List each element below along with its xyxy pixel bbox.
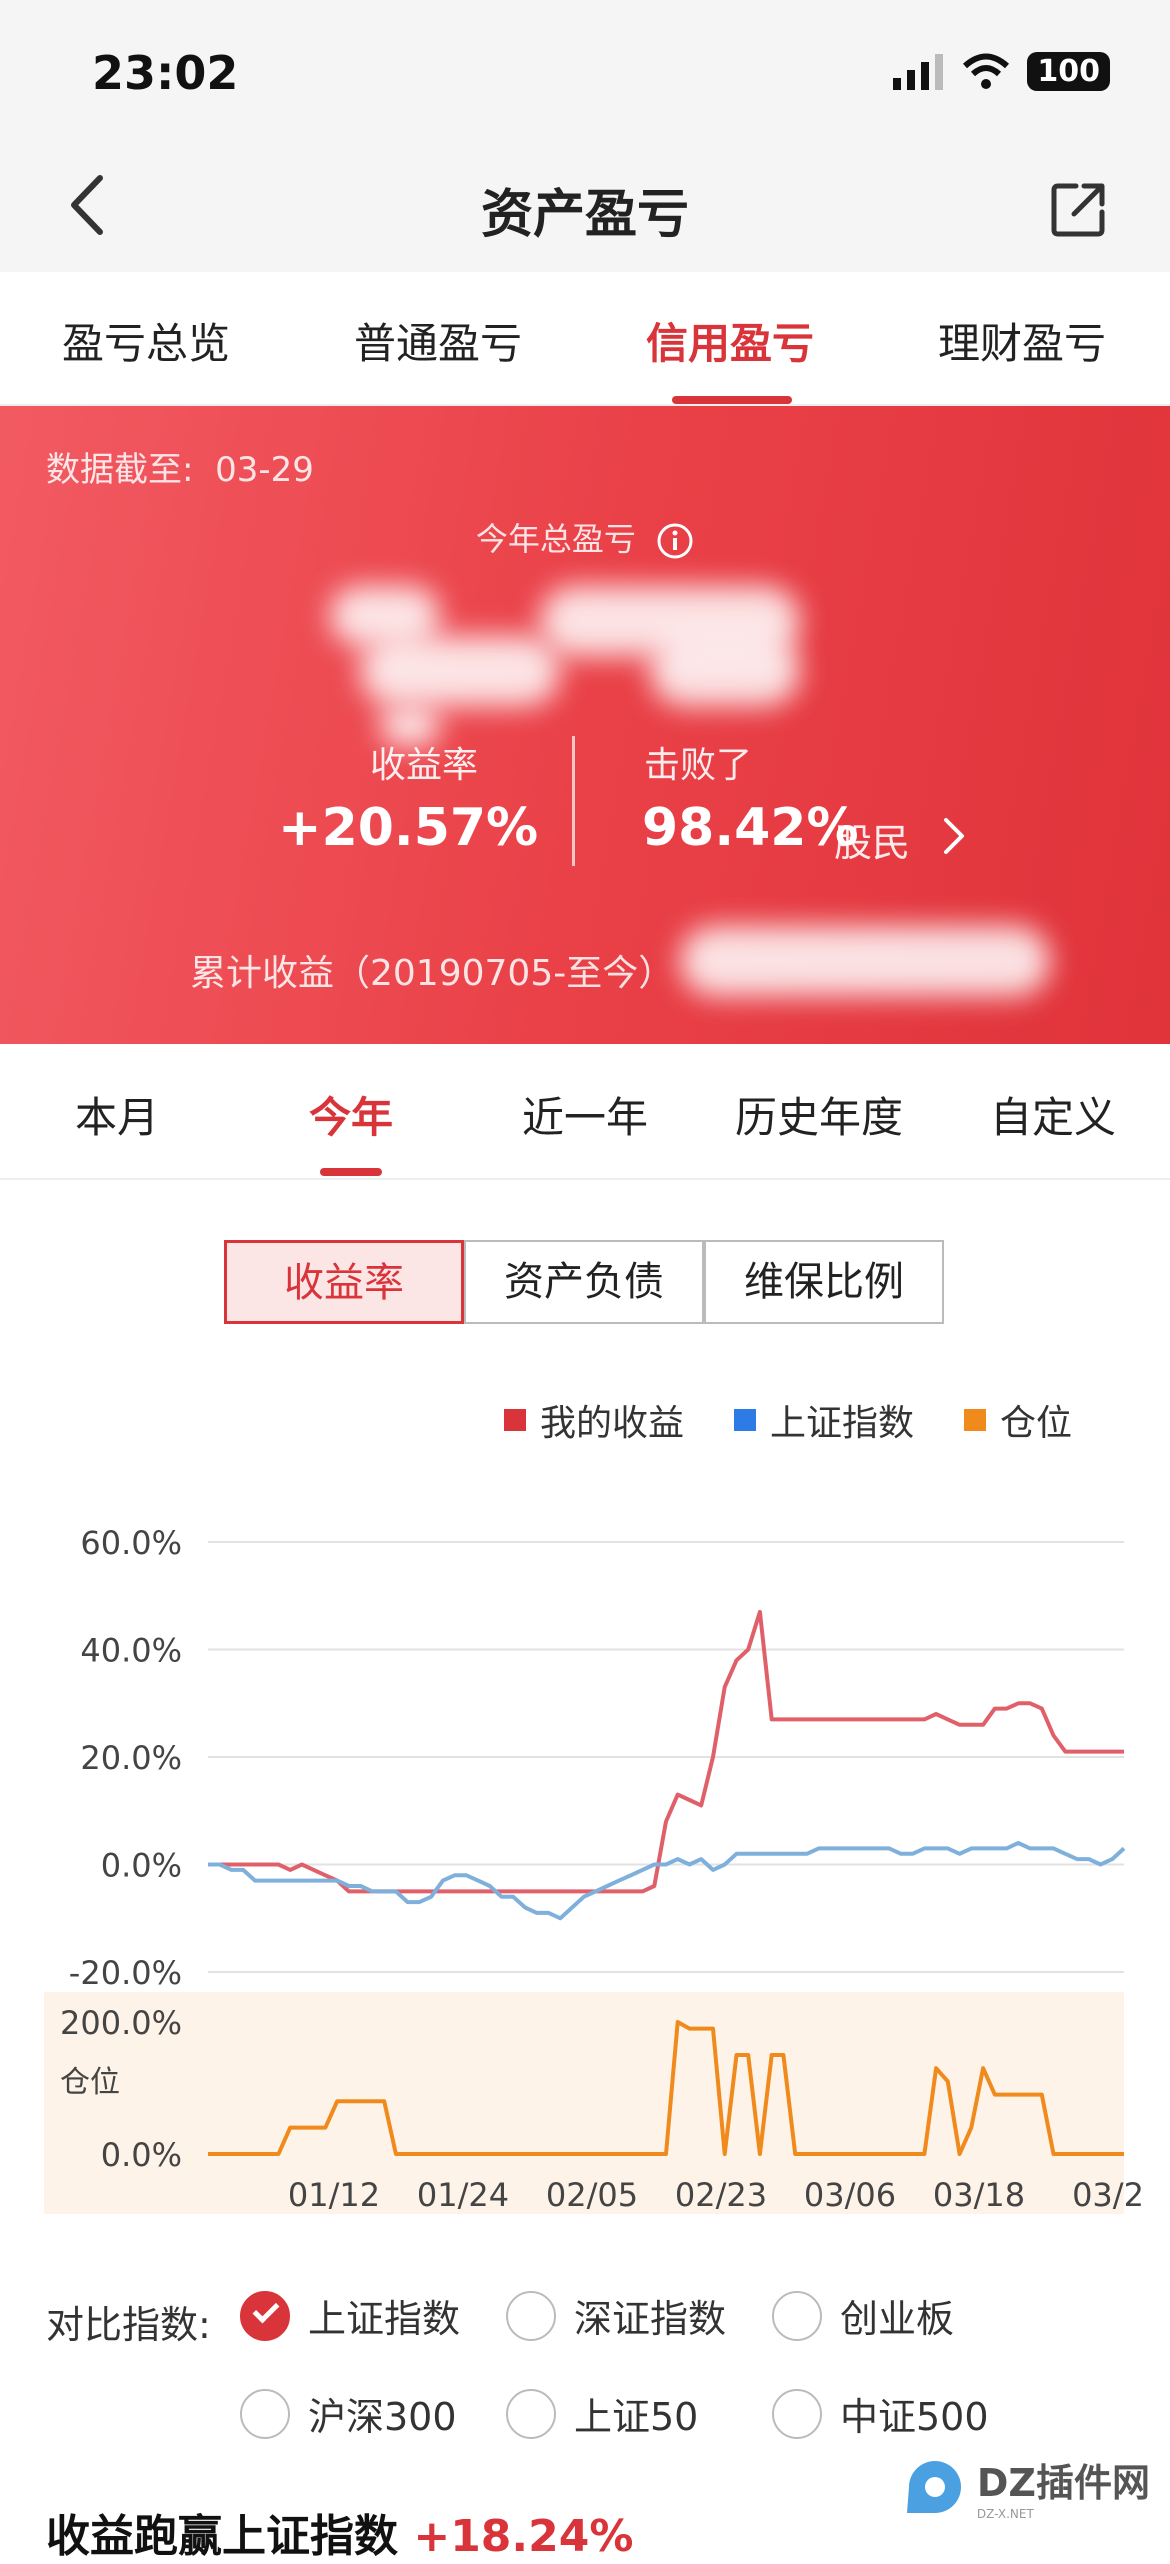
watermark-logo-icon xyxy=(906,2460,961,2513)
x-tick-label: 02/05 xyxy=(546,2176,638,2214)
wifi-icon xyxy=(963,53,1010,89)
battery-indicator: 100 xyxy=(1027,52,1110,91)
legend-swatch xyxy=(964,1409,987,1431)
radio-label: 上证50 xyxy=(574,2395,699,2439)
active-tab-indicator xyxy=(672,396,792,404)
legend-label: 仓位 xyxy=(1000,1403,1073,1444)
legend-label: 我的收益 xyxy=(540,1403,685,1444)
info-icon[interactable] xyxy=(656,522,694,560)
x-tick-label: 03/2 xyxy=(1072,2176,1144,2214)
status-time: 23:02 xyxy=(92,46,239,100)
tab-overview[interactable]: 盈亏总览 xyxy=(0,310,292,371)
redacted-amount xyxy=(680,926,1050,996)
watermark: DZ插件网 DZ-X.NET xyxy=(901,2452,1150,2521)
total-pl-text: 今年总盈亏 xyxy=(475,520,636,558)
watermark-text-block: DZ插件网 DZ-X.NET xyxy=(977,2452,1150,2521)
series-line xyxy=(208,1841,1126,1921)
page-title: 资产盈亏 xyxy=(480,185,689,245)
divider xyxy=(572,736,575,866)
tab-wealth[interactable]: 理财盈亏 xyxy=(876,310,1168,371)
watermark-text: DZ插件网 xyxy=(976,2461,1150,2505)
tab-credit[interactable]: 信用盈亏 xyxy=(584,310,876,371)
radio-label: 沪深300 xyxy=(308,2395,457,2439)
category-tabs: 盈亏总览 普通盈亏 信用盈亏 理财盈亏 xyxy=(0,272,1170,406)
radio-label: 创业板 xyxy=(840,2297,955,2341)
chevron-right-icon[interactable] xyxy=(940,816,966,856)
radio-unchecked-icon[interactable] xyxy=(506,2290,556,2341)
legend-swatch xyxy=(504,1409,526,1431)
y-tick-label: 20.0% xyxy=(80,1739,182,1777)
tab-this-month[interactable]: 本月 xyxy=(0,1084,234,1145)
radio-label: 中证500 xyxy=(840,2395,989,2439)
summary-card: 数据截至: 03-29 今年总盈亏 收益率 +20.57% 击败了 98.42%… xyxy=(0,406,1170,1044)
radio-label: 深证指数 xyxy=(574,2297,727,2341)
outperform-summary: 收益跑赢上证指数 +18.24% xyxy=(46,2500,633,2564)
x-tick-label: 02/23 xyxy=(675,2176,767,2214)
y-tick-label: -20.0% xyxy=(69,1954,182,1992)
beat-unit[interactable]: 股民 xyxy=(834,812,910,867)
tab-custom[interactable]: 自定义 xyxy=(936,1084,1170,1145)
legend-position: 仓位 xyxy=(964,1394,1072,1446)
segment-return-rate[interactable]: 收益率 xyxy=(224,1240,464,1324)
legend-my-return: 我的收益 xyxy=(504,1394,684,1446)
nav-bar: 资产盈亏 xyxy=(0,140,1170,272)
x-tick-label: 01/12 xyxy=(288,2176,380,2214)
date-value: 03-29 xyxy=(215,450,314,490)
date-label: 数据截至: xyxy=(46,450,194,490)
tab-last-year[interactable]: 近一年 xyxy=(468,1084,702,1145)
radio-csi300[interactable]: 沪深300 xyxy=(240,2386,457,2441)
radio-shenzhen-index[interactable]: 深证指数 xyxy=(506,2288,726,2343)
radio-unchecked-icon[interactable] xyxy=(772,2388,822,2439)
share-icon[interactable] xyxy=(1048,178,1110,240)
beat-value: 98.42% xyxy=(642,798,859,858)
redacted-amount xyxy=(360,636,560,706)
x-tick-label: 01/24 xyxy=(417,2176,509,2214)
y-tick-label: 0.0% xyxy=(101,1847,182,1885)
legend-label: 上证指数 xyxy=(770,1403,915,1444)
y-tick-label: 200.0% xyxy=(60,2004,182,2042)
status-bar: 23:02 100 xyxy=(0,0,1170,140)
total-pl-label: 今年总盈亏 xyxy=(0,514,1170,560)
x-tick-label: 03/06 xyxy=(804,2176,896,2214)
status-icons: 100 xyxy=(893,52,1110,91)
radio-unchecked-icon[interactable] xyxy=(506,2388,556,2439)
cumulative-label: 累计收益（20190705-至今） xyxy=(190,953,675,994)
radio-sse50[interactable]: 上证50 xyxy=(506,2386,698,2441)
data-date: 数据截至: 03-29 xyxy=(46,442,314,491)
y-tick-label: 0.0% xyxy=(101,2136,182,2174)
return-chart: 60.0% 40.0% 20.0% 0.0% -20.0% 200.0% 0.0% 仓位 01/… xyxy=(44,1524,1144,2214)
period-tabs: 本月 今年 近一年 历史年度 自定义 xyxy=(0,1044,1170,1180)
x-tick-label: 03/18 xyxy=(933,2176,1025,2214)
beat-label: 击败了 xyxy=(644,745,753,786)
radio-csi500[interactable]: 中证500 xyxy=(772,2386,989,2441)
y-tick-label: 60.0% xyxy=(80,1524,182,1562)
y-axis-label: 仓位 xyxy=(60,2065,120,2100)
active-period-indicator xyxy=(320,1168,382,1176)
tab-normal[interactable]: 普通盈亏 xyxy=(292,310,584,371)
segment-maintenance-ratio[interactable]: 维保比例 xyxy=(704,1240,944,1324)
outperform-label: 收益跑赢上证指数 xyxy=(46,2511,398,2562)
radio-checked-icon[interactable] xyxy=(240,2290,290,2341)
chart-legend: 我的收益 上证指数 仓位 xyxy=(504,1394,1072,1446)
return-rate-label: 收益率 xyxy=(370,745,479,786)
radio-shanghai-index[interactable]: 上证指数 xyxy=(240,2288,460,2343)
tab-this-year[interactable]: 今年 xyxy=(234,1084,468,1145)
tab-history[interactable]: 历史年度 xyxy=(702,1084,936,1145)
radio-unchecked-icon[interactable] xyxy=(240,2388,290,2439)
redacted-amount xyxy=(650,636,800,706)
radio-label: 上证指数 xyxy=(308,2297,461,2341)
outperform-value: +18.24% xyxy=(413,2511,634,2562)
return-rate-value: +20.57% xyxy=(278,798,539,858)
legend-swatch xyxy=(734,1409,757,1431)
signal-icon xyxy=(893,53,944,90)
watermark-subtext: DZ-X.NET xyxy=(976,2507,1034,2521)
radio-unchecked-icon[interactable] xyxy=(772,2290,822,2341)
segment-assets-liabilities[interactable]: 资产负债 xyxy=(464,1240,704,1324)
y-tick-label: 40.0% xyxy=(80,1632,182,1670)
legend-shanghai-index: 上证指数 xyxy=(734,1394,914,1446)
compare-label: 对比指数: xyxy=(46,2303,211,2347)
radio-chinext[interactable]: 创业板 xyxy=(772,2288,954,2343)
